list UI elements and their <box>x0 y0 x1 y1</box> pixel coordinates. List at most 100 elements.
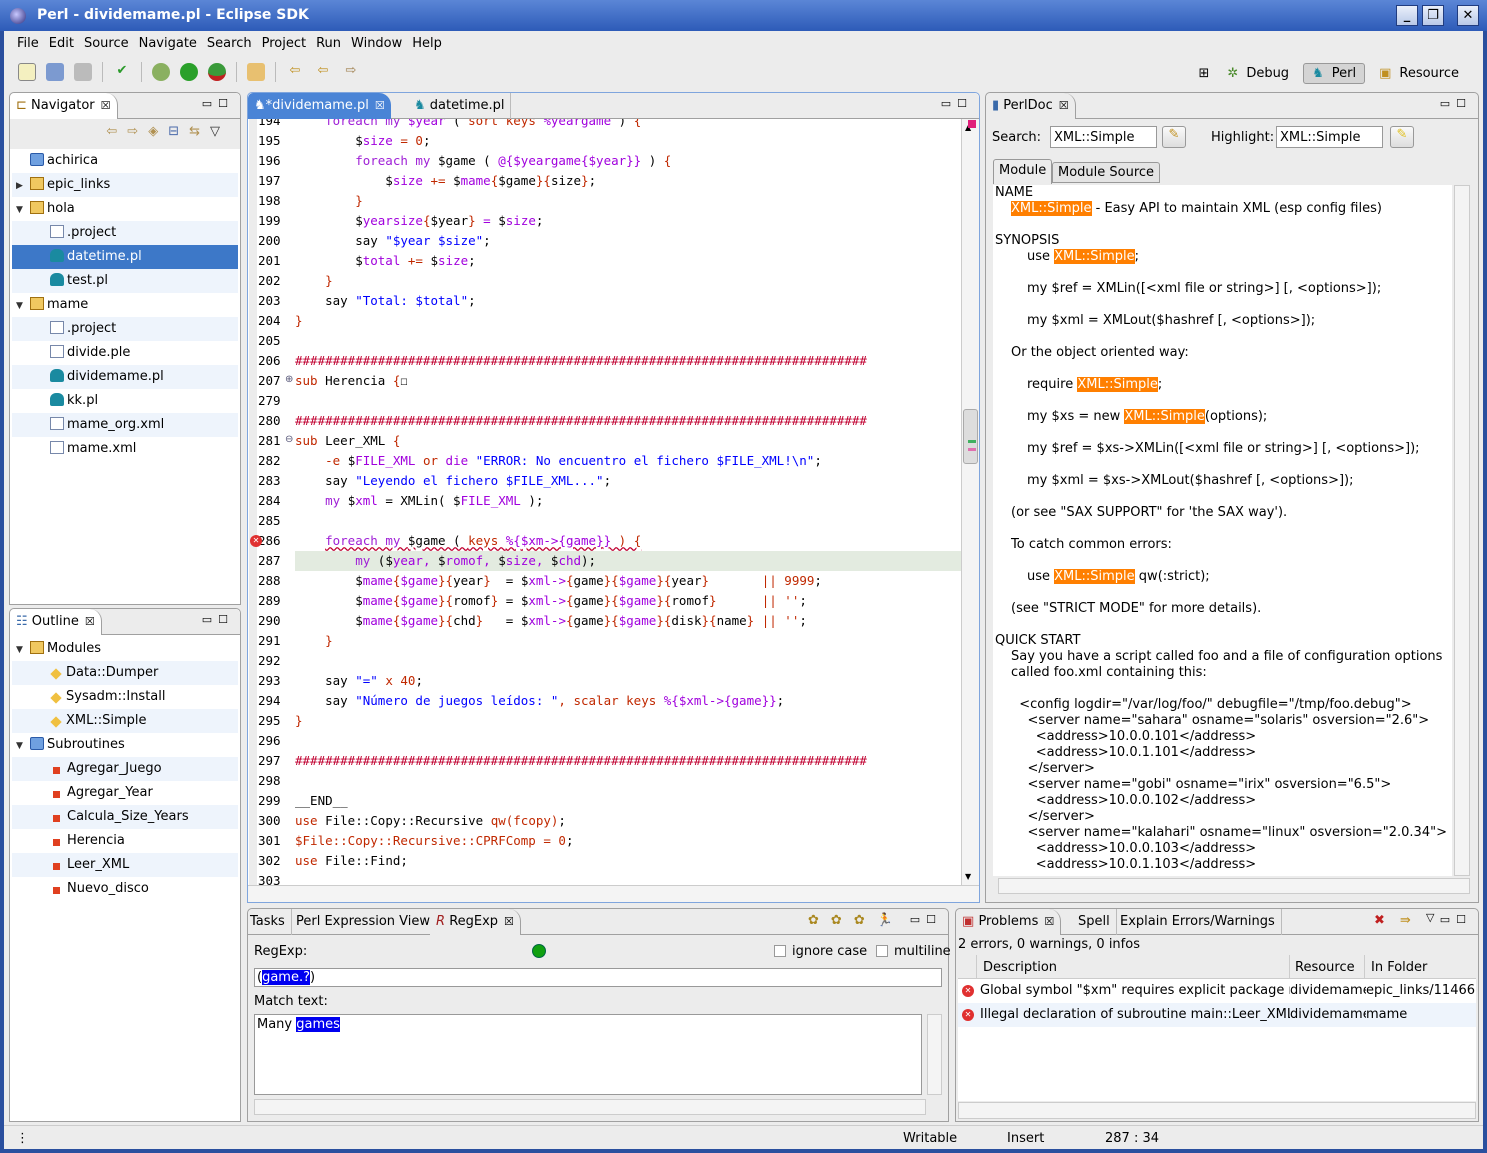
editor-horizontal-scrollbar[interactable] <box>248 885 979 902</box>
twisty-icon[interactable]: ▼ <box>16 198 30 222</box>
menu-edit[interactable]: Edit <box>46 36 81 51</box>
code-line[interactable] <box>295 871 961 885</box>
match-horizontal-scrollbar[interactable] <box>254 1099 926 1115</box>
tree-item[interactable]: Herencia <box>12 829 238 853</box>
view-min-max-buttons[interactable]: ▭☐ <box>202 613 234 626</box>
maximize-button[interactable]: ❐ <box>1422 5 1444 26</box>
tree-item[interactable]: Leer_XML <box>12 853 238 877</box>
code-line[interactable]: ########################################… <box>295 751 961 771</box>
debug-icon[interactable] <box>152 63 170 81</box>
tab-dividemame[interactable]: ♞*dividemame.pl ☒ <box>248 93 391 119</box>
code-line[interactable]: __END__ <box>295 791 961 811</box>
code-line[interactable] <box>295 391 961 411</box>
tab-navigator[interactable]: ⊏ Navigator ☒ <box>10 93 118 119</box>
overview-marker[interactable] <box>968 440 976 443</box>
overview-marker[interactable] <box>968 448 976 451</box>
tree-item[interactable]: achirica <box>12 149 238 173</box>
search-button[interactable]: ✎ <box>1162 126 1186 148</box>
code-line[interactable]: say "Número de juegos leídos: ", scalar … <box>295 691 961 711</box>
code-line[interactable]: say "$year $size"; <box>295 231 961 251</box>
save-icon[interactable] <box>46 63 64 81</box>
code-line[interactable]: sub Herencia {☐ <box>295 371 961 391</box>
forward-icon[interactable]: ⇨ <box>342 63 360 81</box>
check-icon[interactable]: ✔ <box>113 63 131 81</box>
close-icon[interactable]: ☒ <box>375 99 385 112</box>
code-line[interactable]: foreach my $game ( @{$yeargame{$year}} )… <box>295 151 961 171</box>
external-tools-icon[interactable] <box>208 63 226 81</box>
code-line[interactable]: use File::Copy::Recursive qw(fcopy); <box>295 811 961 831</box>
forward-icon[interactable]: ⇨ <box>127 124 148 139</box>
code-line[interactable]: $total += $size; <box>295 251 961 271</box>
close-icon[interactable]: ☒ <box>504 915 514 928</box>
close-icon[interactable]: ☒ <box>1059 99 1069 112</box>
tree-item[interactable]: Data::Dumper <box>12 661 238 685</box>
column-in-folder[interactable]: In Folder <box>1366 955 1432 979</box>
menu-file[interactable]: File <box>14 36 46 51</box>
filter-icon[interactable]: ⇛ <box>1400 913 1411 928</box>
code-line[interactable] <box>295 511 961 531</box>
view-min-max-buttons[interactable]: ▭☐ <box>1440 913 1472 926</box>
problems-horizontal-scrollbar[interactable] <box>958 1102 1476 1119</box>
view-min-max-buttons[interactable]: ▭☐ <box>941 97 973 110</box>
step-back-icon[interactable]: ✿ <box>831 913 854 928</box>
code-line[interactable]: $mame{$game}{romof} = $xml->{game}{$game… <box>295 591 961 611</box>
column-description[interactable]: Description <box>976 955 1290 979</box>
perspective-resource[interactable]: ▣ Resource <box>1371 64 1467 83</box>
fold-collapse-icon[interactable]: ⊖ <box>285 434 293 445</box>
tab-problems[interactable]: ▣ Problems ☒ <box>956 909 1062 935</box>
tree-item[interactable]: Sysadm::Install <box>12 685 238 709</box>
tree-item[interactable]: ▶ epic_links <box>12 173 238 197</box>
code-line[interactable]: my ($year, $romof, $size, $chd); <box>295 551 961 571</box>
code-line[interactable]: say "Leyendo el fichero $FILE_XML..."; <box>295 471 961 491</box>
code-line[interactable]: } <box>295 191 961 211</box>
code-line[interactable]: $File::Copy::Recursive::CPRFComp = 0; <box>295 831 961 851</box>
code-editor[interactable]: 194 foreach my $year ( sort keys %yearga… <box>249 119 961 885</box>
code-line[interactable]: $size = 0; <box>295 131 961 151</box>
collapse-all-icon[interactable]: ⊟ <box>168 124 189 139</box>
tree-item[interactable]: datetime.pl <box>12 245 238 269</box>
tree-item[interactable]: Agregar_Year <box>12 781 238 805</box>
new-wizard-icon[interactable] <box>18 63 36 81</box>
code-line[interactable]: foreach my $year ( sort keys %yeargame )… <box>295 119 961 131</box>
view-min-max-buttons[interactable]: ▭☐ <box>910 913 942 926</box>
tab-spell[interactable]: Spell <box>1072 909 1117 935</box>
perldoc-vertical-scrollbar[interactable] <box>1454 185 1470 876</box>
tree-item[interactable]: ▼ Modules <box>12 637 238 661</box>
code-line[interactable]: use File::Find; <box>295 851 961 871</box>
tree-item[interactable]: Nuevo_disco <box>12 877 238 901</box>
stop-icon[interactable]: ✿ <box>808 913 831 928</box>
scrollbar-thumb[interactable] <box>963 409 978 464</box>
tree-item[interactable]: .project <box>12 317 238 341</box>
view-min-max-buttons[interactable]: ▭☐ <box>202 97 234 110</box>
last-edit-icon[interactable]: ⇦ <box>286 63 304 81</box>
code-line[interactable]: } <box>295 711 961 731</box>
code-line[interactable]: say "Total: $total"; <box>295 291 961 311</box>
code-line[interactable]: say "=" x 40; <box>295 671 961 691</box>
tab-perl-expression-view[interactable]: Perl Expression View <box>290 909 438 935</box>
close-icon[interactable]: ☒ <box>101 99 111 112</box>
back-icon[interactable]: ⇦ <box>106 124 127 139</box>
code-line[interactable]: $size += $mame{$game}{size}; <box>295 171 961 191</box>
code-line[interactable]: $mame{$game}{chd} = $xml->{game}{$game}{… <box>295 611 961 631</box>
run-man-icon[interactable]: 🏃 <box>877 913 905 928</box>
minimize-button[interactable]: _ <box>1396 5 1418 26</box>
view-min-max-buttons[interactable]: ▭☐ <box>1440 97 1472 110</box>
tree-item[interactable]: ▼ hola <box>12 197 238 221</box>
link-editor-icon[interactable]: ⇆ <box>189 124 210 139</box>
code-line[interactable]: } <box>295 311 961 331</box>
tree-item[interactable]: kk.pl <box>12 389 238 413</box>
column-resource[interactable]: Resource <box>1290 955 1365 979</box>
tree-item[interactable]: Calcula_Size_Years <box>12 805 238 829</box>
tab-module-source[interactable]: Module Source <box>1052 162 1161 183</box>
open-perspective-icon[interactable]: ⊞ <box>1195 64 1214 83</box>
tree-item[interactable]: divide.ple <box>12 341 238 365</box>
menu-run[interactable]: Run <box>313 36 348 51</box>
match-vertical-scrollbar[interactable] <box>927 1014 942 1095</box>
tree-item[interactable]: .project <box>12 221 238 245</box>
tab-regexp[interactable]: R RegExp ☒ <box>430 909 521 935</box>
tree-item[interactable]: Agregar_Juego <box>12 757 238 781</box>
menu-search[interactable]: Search <box>204 36 259 51</box>
highlight-input[interactable] <box>1276 126 1383 148</box>
highlight-button[interactable]: ✎ <box>1390 126 1414 148</box>
perspective-perl[interactable]: ♞ Perl <box>1303 63 1366 84</box>
